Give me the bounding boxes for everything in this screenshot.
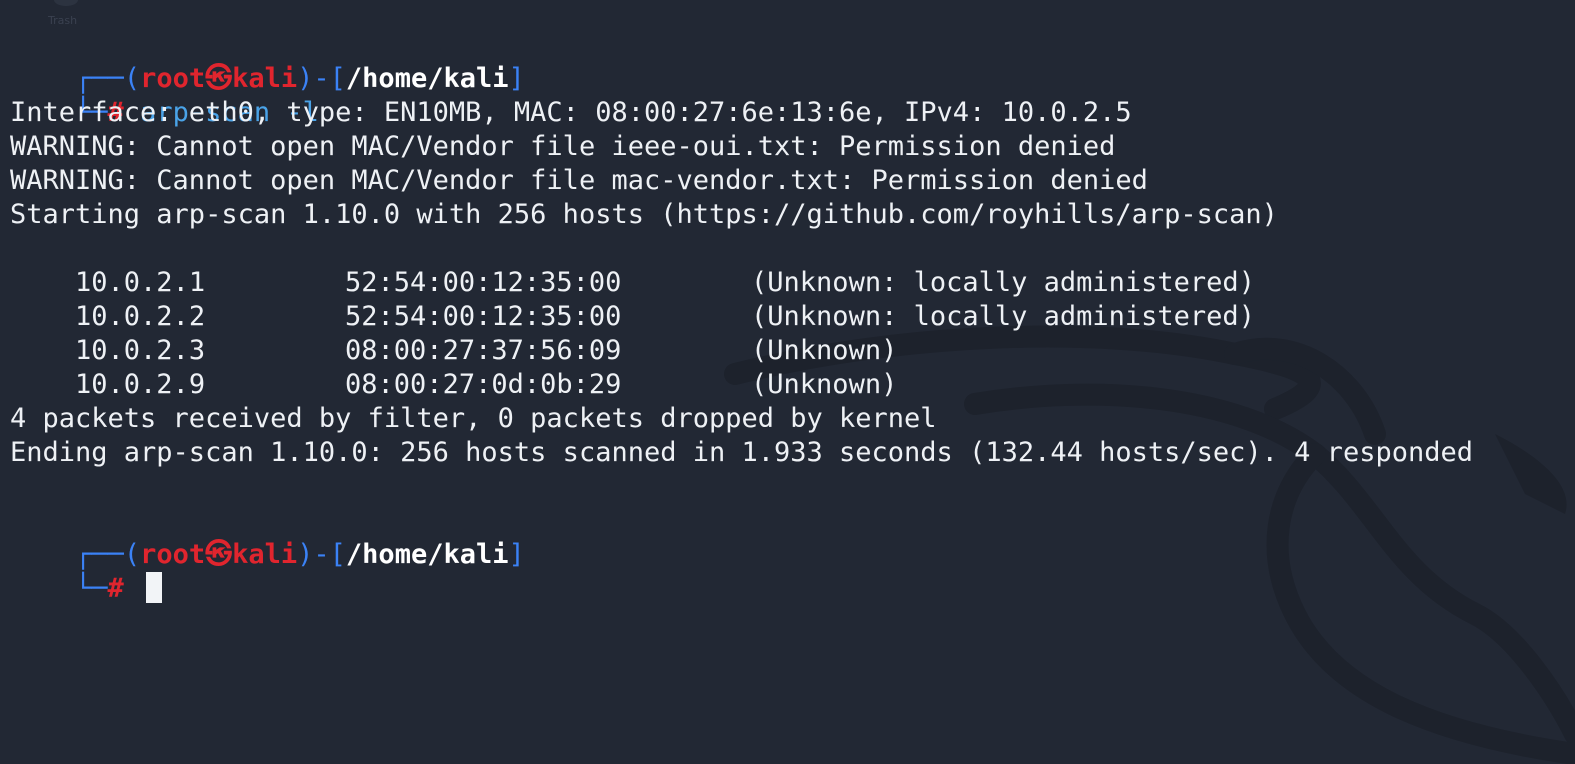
host-row: 10.0.2.3 08:00:27:37:56:09 (Unknown): [10, 300, 1575, 366]
output-line-warning-vendor: WARNING: Cannot open MAC/Vendor file mac…: [10, 165, 1148, 196]
prompt-line: ┌──(root㉿kali)-[/home/kali]: [10, 504, 1575, 570]
output-line-starting: Starting arp-scan 1.10.0 with 256 hosts …: [10, 199, 1278, 230]
host-row: 10.0.2.1 52:54:00:12:35:00 (Unknown: local…: [10, 232, 1575, 298]
host-ip: 10.0.2.9: [75, 369, 206, 400]
trash-label: Trash: [48, 14, 78, 27]
prompt-frame-bottom: └─: [75, 573, 108, 604]
host-vendor: (Unknown): [751, 369, 898, 400]
output-line-ending: Ending arp-scan 1.10.0: 256 hosts scanne…: [10, 437, 1473, 468]
input-line[interactable]: └─#: [10, 538, 1575, 604]
output-line-warning-oui: WARNING: Cannot open MAC/Vendor file iee…: [10, 131, 1116, 162]
output-line-interface: Interface: eth0, type: EN10MB, MAC: 08:0…: [10, 97, 1132, 128]
command-line: └─# arp-scan -l: [10, 62, 1575, 128]
trash-icon: [54, 0, 78, 6]
terminal-window[interactable]: ┌──(root㉿kali)-[/home/kali] └─# arp-scan…: [10, 28, 1575, 764]
output-line-packets: 4 packets received by filter, 0 packets …: [10, 403, 937, 434]
prompt-line: ┌──(root㉿kali)-[/home/kali]: [10, 28, 1575, 94]
host-mac: 08:00:27:0d:0b:29: [345, 369, 622, 400]
host-row: 10.0.2.2 52:54:00:12:35:00 (Unknown: local…: [10, 266, 1575, 332]
prompt-hash: #: [107, 573, 124, 604]
host-row: 10.0.2.9 08:00:27:0d:0b:29 (Unknown): [10, 334, 1575, 400]
text-cursor[interactable]: [146, 572, 163, 603]
